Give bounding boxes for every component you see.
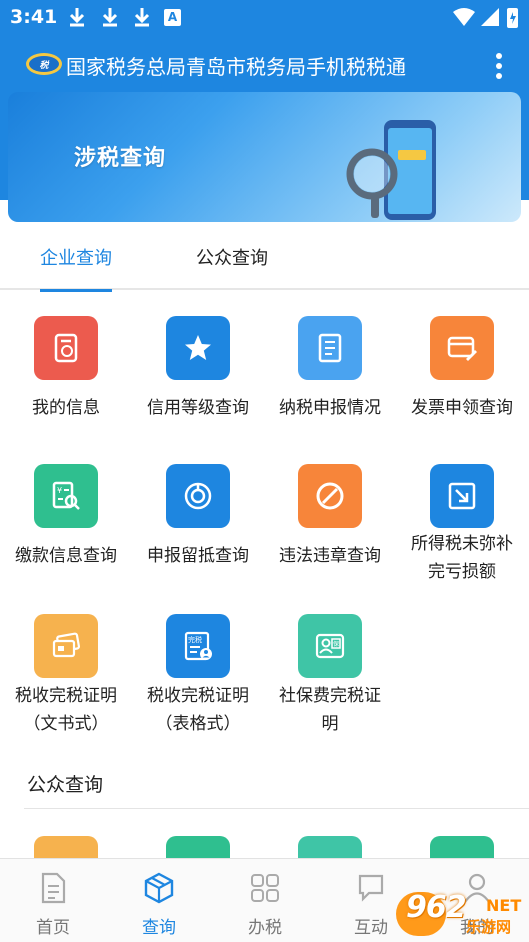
download-icon xyxy=(134,8,150,27)
nav-label: 办税 xyxy=(248,918,282,938)
grid-item-label: 纳税申报情况 xyxy=(279,398,381,418)
tab-public-query[interactable]: 公众查询 xyxy=(196,244,268,284)
svg-text:¥: ¥ xyxy=(57,486,62,495)
wifi-icon xyxy=(453,8,475,26)
watermark-domain: NET xyxy=(486,896,522,915)
icon-tile xyxy=(430,316,494,380)
grid-item-label: 我的信息 xyxy=(32,398,100,418)
icon-tile xyxy=(166,316,230,380)
grid-item-violation-query[interactable]: 违法违章查询 xyxy=(264,464,396,584)
tab-enterprise-query[interactable]: 企业查询 xyxy=(40,244,112,292)
status-bar: 3:41 A xyxy=(0,0,529,36)
signal-icon xyxy=(481,8,499,26)
status-indicators xyxy=(453,8,518,28)
watermark-site-name: 乐游网 xyxy=(466,918,512,936)
grid-item-label: 信用等级查询 xyxy=(147,398,249,418)
nav-query[interactable]: 查询 xyxy=(106,859,212,942)
grid-item-label: 缴款信息查询 xyxy=(15,546,117,566)
a-badge-icon: A xyxy=(164,9,181,26)
grid-item-tax-certificate-document[interactable]: 税收完税证明 （文书式） xyxy=(0,614,132,744)
grid-item-label-line2: 明 xyxy=(321,714,339,734)
cube-icon xyxy=(144,872,174,904)
grid-item-label-line2: （表格式） xyxy=(155,714,241,734)
query-tabs: 企业查询 公众查询 xyxy=(0,228,529,292)
grid-item-label: 违法违章查询 xyxy=(279,546,381,566)
grid-item-unmade-loss[interactable]: 所得税未弥补 完亏损额 xyxy=(396,464,529,594)
app-bar: 税 国家税务总局青岛市税务局手机税税通 xyxy=(0,40,529,90)
section-title-public-query: 公众查询 xyxy=(27,774,104,796)
watermark-logo: 962 NET 乐游网 xyxy=(396,884,526,940)
star-icon xyxy=(185,335,211,360)
icon-tile xyxy=(34,316,98,380)
document-icon xyxy=(318,333,342,363)
grid-item-label: 发票申领查询 xyxy=(411,398,513,418)
yuan-search-icon: ¥ xyxy=(52,481,80,510)
banner-title: 涉税查询 xyxy=(74,146,167,171)
app-logo-icon: 税 xyxy=(26,53,62,75)
svg-text:保: 保 xyxy=(333,640,339,648)
nav-home[interactable]: 首页 xyxy=(0,859,106,942)
grid-item-label-line2: 完亏损额 xyxy=(428,562,496,582)
nav-label: 查询 xyxy=(142,918,176,938)
watermark-number: 962 xyxy=(406,890,467,925)
download-icon xyxy=(69,8,85,27)
profile-doc-icon xyxy=(54,333,78,363)
icon-tile xyxy=(298,464,362,528)
icon-tile xyxy=(34,614,98,678)
icon-tile: 完税 xyxy=(166,614,230,678)
grid-item-label: 申报留抵查询 xyxy=(147,546,249,566)
grid-item-credit-rating[interactable]: 信用等级查询 xyxy=(132,316,264,436)
nav-handle-tax[interactable]: 办税 xyxy=(212,859,318,942)
nav-label: 首页 xyxy=(36,918,70,938)
grid-item-label-line1: 税收完税证明 xyxy=(15,686,117,706)
social-security-icon: 保 xyxy=(315,633,345,659)
grid-item-label-line1: 税收完税证明 xyxy=(147,686,249,706)
chat-icon xyxy=(358,874,384,902)
invoice-edit-icon xyxy=(447,336,477,361)
icon-tile xyxy=(166,464,230,528)
phone-magnifier-icon xyxy=(346,120,436,220)
home-doc-icon xyxy=(41,872,66,904)
icon-tile xyxy=(298,316,362,380)
query-banner: 涉税查询 xyxy=(8,92,521,222)
pie-chart-icon xyxy=(184,482,212,510)
grid-item-label-line1: 所得税未弥补 xyxy=(411,534,513,554)
arrow-down-right-icon xyxy=(448,482,476,510)
grid-icon xyxy=(251,874,279,902)
download-icon xyxy=(102,8,118,27)
status-time: 3:41 xyxy=(10,6,58,28)
grid-item-tax-certificate-table[interactable]: 完税 税收完税证明 （表格式） xyxy=(132,614,264,744)
grid-item-payment-query[interactable]: ¥ 缴款信息查询 xyxy=(0,464,132,584)
grid-item-credit-offset[interactable]: 申报留抵查询 xyxy=(132,464,264,584)
grid-item-my-info[interactable]: 我的信息 xyxy=(0,316,132,436)
app-title: 国家税务总局青岛市税务局手机税税通 xyxy=(66,55,406,79)
icon-tile: 保 xyxy=(298,614,362,678)
icon-tile xyxy=(430,464,494,528)
grid-item-label-line1: 社保费完税证 xyxy=(279,686,381,706)
grid-item-label-line2: （文书式） xyxy=(23,714,109,734)
tax-form-icon: 完税 xyxy=(184,631,212,661)
grid-item-invoice-query[interactable]: 发票申领查询 xyxy=(396,316,529,436)
grid-item-tax-declaration[interactable]: 纳税申报情况 xyxy=(264,316,396,436)
icon-tile: ¥ xyxy=(34,464,98,528)
prohibited-icon xyxy=(316,482,344,510)
svg-text:完税: 完税 xyxy=(188,635,202,644)
card-icon xyxy=(52,632,81,658)
more-vert-icon[interactable] xyxy=(487,52,511,80)
section-divider xyxy=(24,808,529,809)
grid-item-social-security-certificate[interactable]: 保 社保费完税证 明 xyxy=(264,614,396,744)
